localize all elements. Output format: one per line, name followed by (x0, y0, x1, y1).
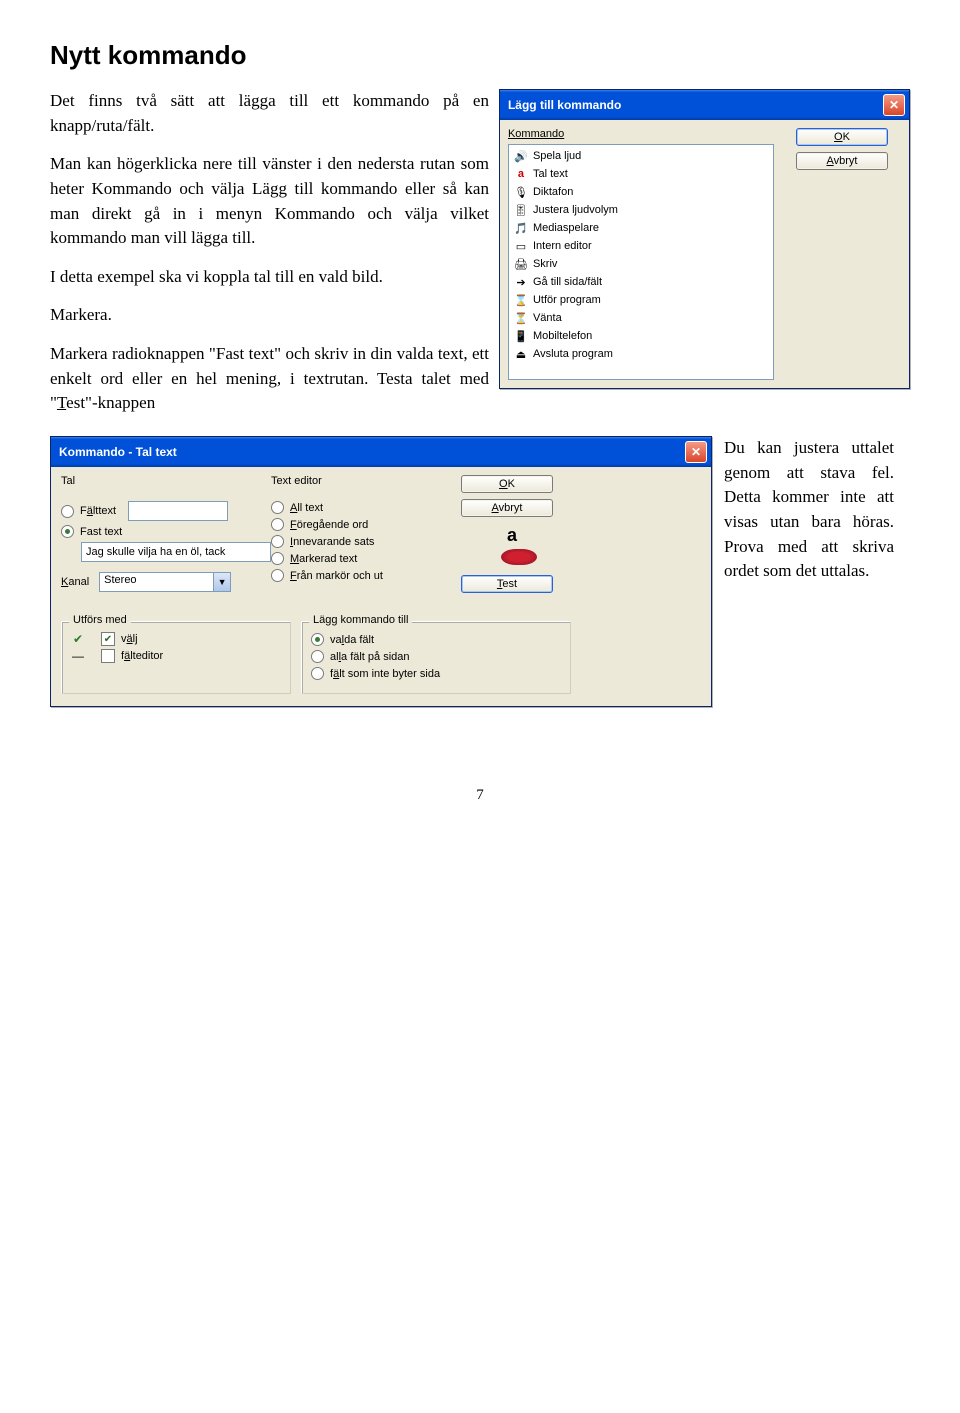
falttext-input[interactable] (128, 501, 228, 521)
window-title: Lägg till kommando (508, 98, 621, 112)
list-item[interactable]: 🎵Mediaspelare (511, 219, 771, 237)
paragraph: Markera. (50, 303, 489, 328)
page-number: 7 (50, 787, 910, 804)
list-item[interactable]: 🔊Spela ljud (511, 147, 771, 165)
utfors-med-group: Utförs med ✔ ✔ välj — fälteditor (61, 615, 291, 694)
text-editor-label: Text editor (271, 475, 451, 487)
ok-button[interactable]: OK (461, 475, 553, 493)
radio-icon (311, 650, 324, 663)
radio-previous-word[interactable]: Föregående ord (271, 518, 451, 531)
radio-current-sentence[interactable]: Innevarande sats (271, 535, 451, 548)
tal-label: Tal (61, 475, 261, 487)
run-icon: ⌛ (513, 292, 529, 308)
radio-fast-text[interactable]: Fast text (61, 525, 261, 538)
page-heading: Nytt kommando (50, 40, 910, 71)
window-title: Kommando - Tal text (59, 445, 177, 459)
fast-text-input[interactable]: Jag skulle vilja ha en öl, tack (81, 542, 271, 562)
radio-from-cursor[interactable]: Från markör och ut (271, 569, 451, 582)
list-item[interactable]: 🖨Skriv (511, 255, 771, 273)
tal-text-dialog: Kommando - Tal text ✕ Tal Fälttext Fast … (50, 436, 712, 707)
list-item[interactable]: ⌛Utför program (511, 291, 771, 309)
checkbox-icon: ✔ (101, 632, 115, 646)
radio-icon (61, 525, 74, 538)
check-mark-icon: ✔ (71, 632, 85, 646)
radio-icon (271, 518, 284, 531)
radio-marked-text[interactable]: Markerad text (271, 552, 451, 565)
close-icon[interactable]: ✕ (685, 441, 707, 463)
list-item[interactable]: 📱Mobiltelefon (511, 327, 771, 345)
list-item[interactable]: 🎙Diktafon (511, 183, 771, 201)
editor-icon: ▭ (513, 238, 529, 254)
paragraph: Det finns två sätt att lägga till ett ko… (50, 89, 489, 138)
goto-icon: ➔ (513, 274, 529, 290)
media-icon: 🎵 (513, 220, 529, 236)
phone-icon: 📱 (513, 328, 529, 344)
chevron-down-icon: ▼ (213, 573, 230, 591)
titlebar[interactable]: Lägg till kommando ✕ (500, 90, 909, 120)
check-valj[interactable]: ✔ ✔ välj (71, 632, 281, 646)
titlebar[interactable]: Kommando - Tal text ✕ (51, 437, 711, 467)
test-button[interactable]: Test (461, 575, 553, 593)
radio-icon (311, 633, 324, 646)
paragraph: I detta exempel ska vi koppla tal till e… (50, 265, 489, 290)
radio-valda-falt[interactable]: valda fält (311, 633, 561, 646)
lips-icon: a (501, 527, 541, 567)
radio-all-text[interactable]: All text (271, 501, 451, 514)
group-legend: Lägg kommando till (309, 614, 412, 626)
text-icon: a (513, 166, 529, 182)
radio-icon (271, 501, 284, 514)
volume-icon: 🎚 (513, 202, 529, 218)
list-item[interactable]: aTal text (511, 165, 771, 183)
kanal-label: Kanal (61, 576, 89, 588)
radio-falt-inte-byter[interactable]: fält som inte byter sida (311, 667, 561, 680)
dash-icon: — (71, 649, 85, 663)
list-item[interactable]: ⏏Avsluta program (511, 345, 771, 363)
print-icon: 🖨 (513, 256, 529, 272)
kommando-label: Kommando (508, 128, 774, 140)
checkbox-icon (101, 649, 115, 663)
radio-icon (311, 667, 324, 680)
radio-icon (271, 535, 284, 548)
cancel-button[interactable]: Avbryt (796, 152, 888, 170)
kanal-combo[interactable]: Stereo ▼ (99, 572, 231, 592)
dictaphone-icon: 🎙 (513, 184, 529, 200)
radio-icon (271, 569, 284, 582)
radio-alla-falt[interactable]: alla fält på sidan (311, 650, 561, 663)
radio-icon (271, 552, 284, 565)
lagg-kommando-till-group: Lägg kommando till valda fält alla fält … (301, 615, 571, 694)
cancel-button[interactable]: Avbryt (461, 499, 553, 517)
close-icon[interactable]: ✕ (883, 94, 905, 116)
group-legend: Utförs med (69, 614, 131, 626)
list-item[interactable]: 🎚Justera ljudvolym (511, 201, 771, 219)
check-falteditor[interactable]: — fälteditor (71, 649, 281, 663)
speaker-icon: 🔊 (513, 148, 529, 164)
exit-icon: ⏏ (513, 346, 529, 362)
side-paragraph: Du kan justera uttalet genom att stava f… (724, 436, 894, 584)
add-command-dialog: Lägg till kommando ✕ Kommando 🔊Spela lju… (499, 89, 910, 389)
list-item[interactable]: ▭Intern editor (511, 237, 771, 255)
body-text-column: Det finns två sätt att lägga till ett ko… (50, 89, 489, 430)
radio-falttext[interactable]: Fälttext (61, 501, 261, 521)
paragraph: Man kan högerklicka nere till vänster i … (50, 152, 489, 251)
radio-icon (61, 505, 74, 518)
wait-icon: ⏳ (513, 310, 529, 326)
list-item[interactable]: ➔Gå till sida/fält (511, 273, 771, 291)
paragraph: Markera radioknappen "Fast text" och skr… (50, 342, 489, 416)
ok-button[interactable]: OK (796, 128, 888, 146)
list-item[interactable]: ⏳Vänta (511, 309, 771, 327)
command-listbox[interactable]: 🔊Spela ljud aTal text 🎙Diktafon 🎚Justera… (508, 144, 774, 380)
